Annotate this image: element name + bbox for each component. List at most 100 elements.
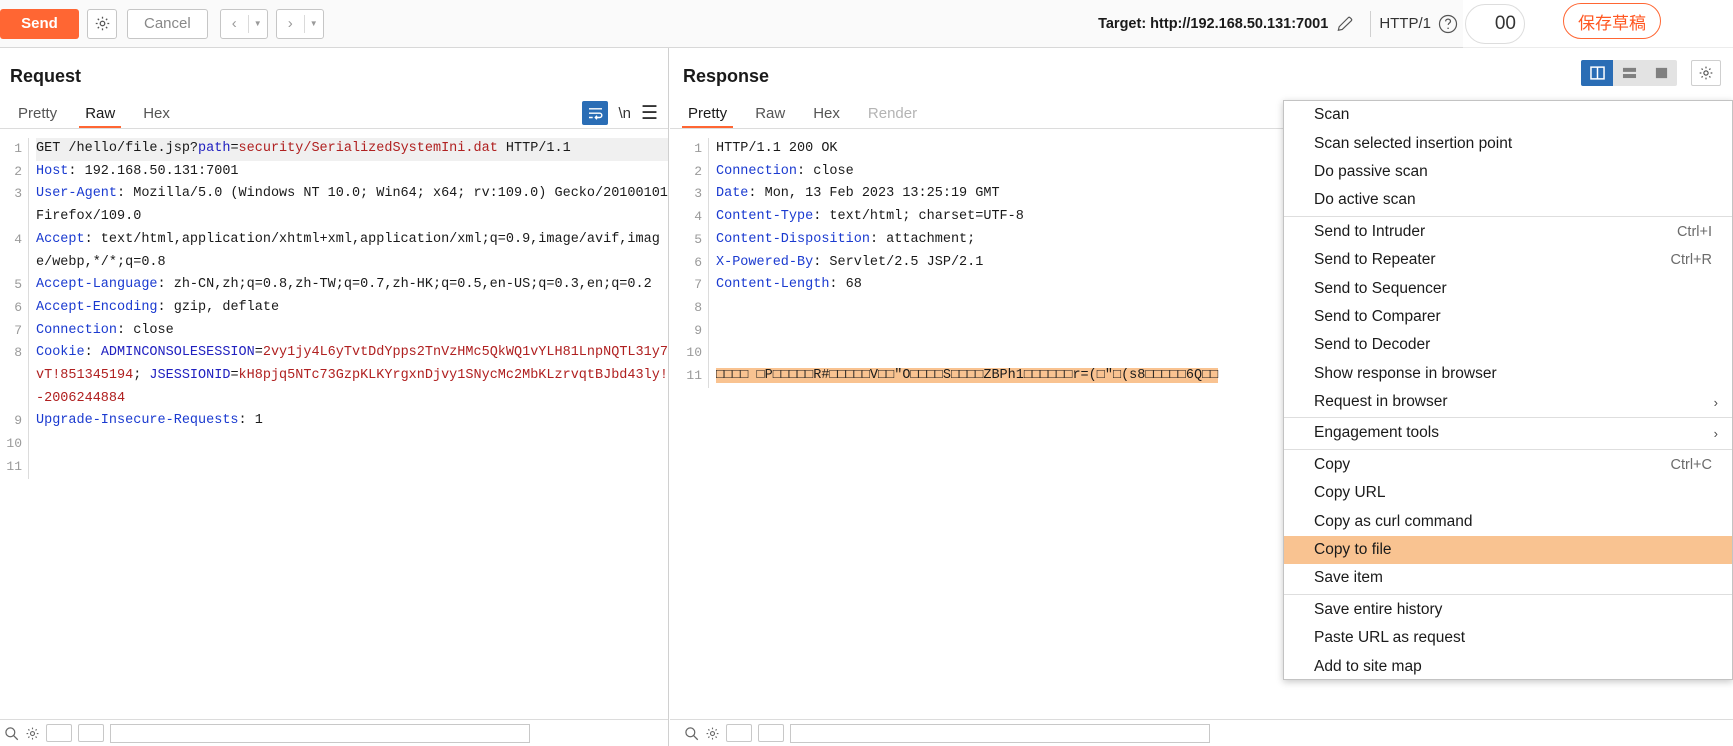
menu-item-send-to-comparer[interactable]: Send to Comparer: [1284, 303, 1732, 331]
menu-item-send-to-intruder[interactable]: Send to Intruder Ctrl+I: [1284, 218, 1732, 246]
menu-item-label: Copy: [1314, 455, 1351, 473]
search-input[interactable]: [790, 723, 1210, 743]
menu-item-label: Paste URL as request: [1314, 629, 1466, 647]
request-editor[interactable]: 1 GET /hello/file.jsp?path=security/Seria…: [2, 138, 668, 718]
gear-icon[interactable]: [705, 726, 720, 741]
search-icon[interactable]: [684, 726, 699, 741]
hamburger-icon[interactable]: ☰: [641, 104, 658, 123]
search-icon[interactable]: [4, 726, 19, 741]
menu-item-copy-to-file[interactable]: Copy to file: [1284, 535, 1732, 565]
menu-item-save-item[interactable]: Save item: [1284, 564, 1732, 592]
send-button[interactable]: Send: [0, 8, 79, 39]
code-line-text: Connection: close: [36, 322, 174, 338]
menu-item-send-to-repeater[interactable]: Send to Repeater Ctrl+R: [1284, 246, 1732, 274]
search-input[interactable]: [110, 723, 530, 743]
line-number: 11: [6, 458, 22, 474]
tab-hex[interactable]: Hex: [799, 105, 854, 129]
split-horizontal-icon[interactable]: [1613, 60, 1645, 86]
save-draft-button[interactable]: 保存草稿: [1563, 3, 1661, 39]
code-line-text: Accept-Language: zh-CN,zh;q=0.8,zh-TW;q=…: [36, 277, 652, 293]
line-number: 7: [14, 322, 22, 338]
gear-icon[interactable]: [25, 726, 40, 741]
code-line-text: Upgrade-Insecure-Requests: 1: [36, 413, 263, 429]
menu-item-show-response-in-browser[interactable]: Show response in browser: [1284, 360, 1732, 388]
response-bottom-bar: [670, 719, 1733, 746]
next-match-button[interactable]: [758, 724, 784, 742]
gear-icon[interactable]: [87, 8, 117, 39]
prev-match-button[interactable]: [726, 724, 752, 742]
code-line[interactable]: 3 User-Agent: Mozilla/5.0 (Windows NT 10.…: [2, 183, 668, 229]
gutter-divider: [708, 160, 709, 184]
menu-item-save-entire-history[interactable]: Save entire history: [1284, 596, 1732, 624]
line-number: 9: [14, 413, 22, 429]
menu-divider: [1284, 417, 1732, 419]
code-line[interactable]: 2 Host: 192.168.50.131:7001: [2, 160, 668, 184]
code-line[interactable]: 8 Cookie: ADMINCONSOLESESSION=2vy1jy4L6yT…: [2, 342, 668, 411]
menu-item-scan-selected-insertion-point[interactable]: Scan selected insertion point: [1284, 129, 1732, 157]
menu-item-copy-url[interactable]: Copy URL: [1284, 479, 1732, 507]
code-line[interactable]: 5 Accept-Language: zh-CN,zh;q=0.8,zh-TW;q…: [2, 274, 668, 297]
gutter-divider: [28, 455, 29, 479]
code-line[interactable]: 6 Accept-Encoding: gzip, deflate: [2, 296, 668, 320]
menu-item-label: Do passive scan: [1314, 162, 1428, 180]
prev-match-button[interactable]: [46, 724, 72, 742]
tab-hex[interactable]: Hex: [129, 105, 184, 129]
code-line-text: GET /hello/file.jsp?path=security/Serial…: [36, 138, 668, 161]
caret-down-icon[interactable]: ▼: [249, 10, 267, 38]
code-line[interactable]: 4 Accept: text/html,application/xhtml+xml…: [2, 228, 668, 275]
gutter-divider: [708, 251, 709, 275]
word-wrap-icon[interactable]: [582, 101, 609, 125]
tab-render: Render: [867, 105, 918, 122]
caret-down-icon[interactable]: ▼: [305, 10, 323, 38]
context-menu[interactable]: Scan Scan selected insertion point Do pass…: [1283, 100, 1733, 680]
menu-item-scan[interactable]: Scan: [1284, 101, 1732, 129]
code-line[interactable]: 11: [2, 455, 668, 479]
response-settings-gear-icon[interactable]: [1691, 60, 1721, 86]
menu-item-engagement-tools[interactable]: Engagement tools ›: [1284, 419, 1732, 447]
next-match-button[interactable]: [78, 724, 104, 742]
pencil-icon[interactable]: [1328, 14, 1362, 34]
code-line[interactable]: 1 GET /hello/file.jsp?path=security/Seria…: [2, 138, 668, 161]
cancel-button[interactable]: Cancel: [127, 8, 208, 39]
question-circle-icon[interactable]: [1431, 13, 1465, 35]
code-line[interactable]: 7 Connection: close: [2, 319, 668, 343]
http-version-label[interactable]: HTTP/1: [1379, 15, 1431, 32]
tab-raw[interactable]: Raw: [71, 105, 129, 129]
menu-item-send-to-sequencer[interactable]: Send to Sequencer: [1284, 274, 1732, 302]
code-line[interactable]: 10: [2, 433, 668, 456]
menu-item-paste-url-as-request[interactable]: Paste URL as request: [1284, 624, 1732, 652]
gutter-divider: [28, 183, 29, 229]
response-title: Response: [683, 66, 770, 86]
single-pane-icon[interactable]: [1645, 60, 1677, 86]
newline-toggle[interactable]: \n: [618, 105, 631, 122]
gutter-divider: [708, 296, 709, 320]
tab-pretty[interactable]: Pretty: [4, 105, 71, 129]
line-number: 8: [14, 345, 22, 361]
tab-raw[interactable]: Raw: [741, 105, 799, 129]
menu-divider: [1284, 448, 1732, 450]
menu-item-do-passive-scan[interactable]: Do passive scan: [1284, 158, 1732, 186]
menu-item-label: Send to Repeater: [1314, 251, 1436, 269]
back-button-group[interactable]: ‹ ▼: [219, 8, 268, 39]
menu-item-copy[interactable]: Copy Ctrl+C: [1284, 451, 1732, 479]
chevron-left-icon[interactable]: ‹: [221, 10, 248, 38]
code-line[interactable]: 9 Upgrade-Insecure-Requests: 1: [2, 410, 668, 434]
line-number: 4: [14, 231, 22, 247]
menu-item-label: Request in browser: [1314, 393, 1448, 411]
menu-item-add-to-site-map[interactable]: Add to site map: [1284, 652, 1732, 679]
menu-item-copy-as-curl-command[interactable]: Copy as curl command: [1284, 507, 1732, 535]
split-vertical-icon[interactable]: [1581, 60, 1613, 86]
menu-item-send-to-decoder[interactable]: Send to Decoder: [1284, 331, 1732, 359]
view-mode-group: [1581, 60, 1677, 86]
chevron-right-icon: ›: [1713, 394, 1718, 410]
gutter-divider: [28, 433, 29, 456]
line-number: 9: [694, 322, 702, 338]
forward-button-group[interactable]: › ▼: [275, 8, 324, 39]
menu-item-request-in-browser[interactable]: Request in browser ›: [1284, 388, 1732, 416]
gutter-divider: [28, 342, 29, 411]
request-title: Request: [10, 66, 82, 86]
tab-pretty[interactable]: Pretty: [674, 105, 741, 129]
menu-item-do-active-scan[interactable]: Do active scan: [1284, 186, 1732, 214]
chevron-right-icon[interactable]: ›: [277, 10, 304, 38]
toolbar-divider: [1370, 10, 1372, 37]
